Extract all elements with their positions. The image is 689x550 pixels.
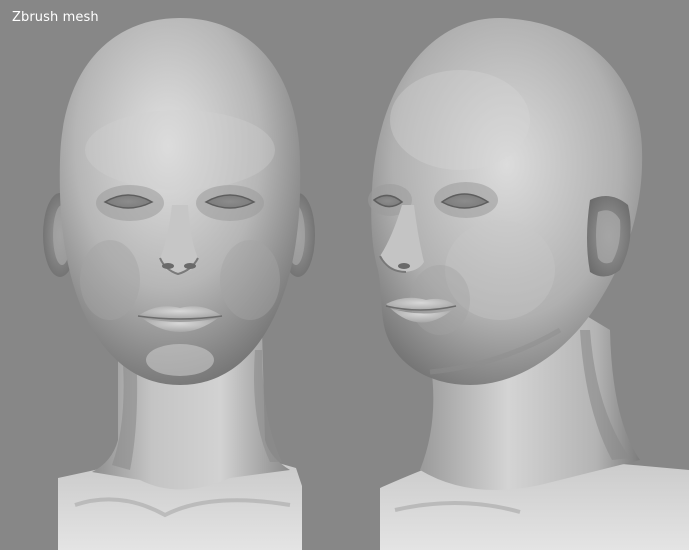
front-view-head-mesh [43, 18, 315, 550]
sculpt-render [43, 18, 689, 550]
caption-label: Zbrush mesh [12, 10, 99, 25]
render-viewport: Zbrush mesh [0, 0, 689, 550]
three-quarter-view-head-mesh [368, 18, 689, 550]
